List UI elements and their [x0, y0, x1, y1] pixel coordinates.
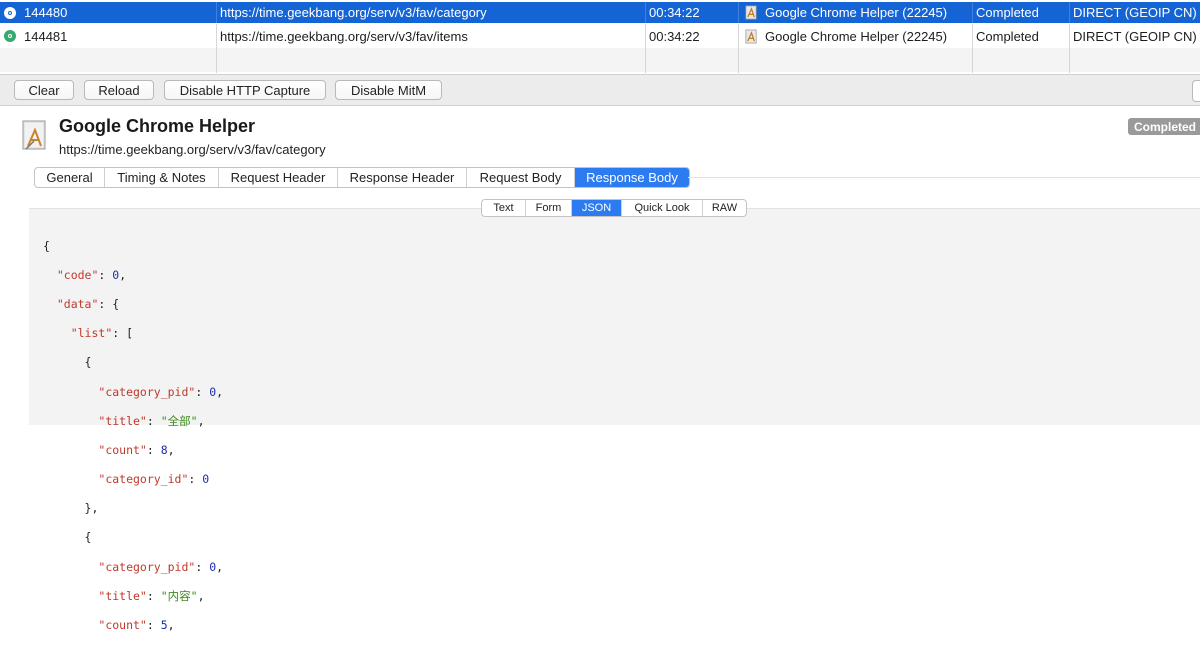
disable-mitm-button[interactable]: Disable MitM — [335, 80, 442, 100]
request-detail-url: https://time.geekbang.org/serv/v3/fav/ca… — [59, 142, 326, 157]
completed-status-icon — [4, 30, 16, 42]
detail-tabs: General Timing & Notes Request Header Re… — [34, 167, 690, 188]
column-divider — [972, 2, 973, 23]
request-client: Google Chrome Helper (22245) — [744, 2, 968, 23]
table-row-selected[interactable]: 144480 https://time.geekbang.org/serv/v3… — [0, 2, 1200, 23]
toolbar: Clear Reload Disable HTTP Capture Disabl… — [0, 74, 1200, 106]
disable-http-capture-button[interactable]: Disable HTTP Capture — [164, 80, 326, 100]
view-mode-raw[interactable]: RAW — [703, 200, 746, 216]
request-client-label: Google Chrome Helper (22245) — [765, 28, 948, 44]
view-mode-tabs: Text Form JSON Quick Look RAW — [481, 199, 747, 217]
json-line: { — [84, 530, 92, 545]
view-mode-text[interactable]: Text — [482, 200, 526, 216]
request-id: 144481 — [24, 28, 68, 44]
request-client-label: Google Chrome Helper (22245) — [765, 5, 948, 20]
tab-request-body[interactable]: Request Body — [467, 168, 575, 187]
divider — [688, 177, 1200, 178]
json-line: "data": { — [56, 296, 120, 311]
app-icon — [745, 29, 757, 43]
tab-response-body[interactable]: Response Body — [575, 168, 689, 187]
column-divider — [738, 2, 739, 23]
completed-status-icon — [4, 6, 16, 19]
tab-timing-notes[interactable]: Timing & Notes — [105, 168, 219, 187]
request-url: https://time.geekbang.org/serv/v3/fav/it… — [220, 28, 468, 44]
json-line: "category_pid": 0, — [98, 559, 224, 574]
json-line: "title": "全部", — [98, 413, 205, 428]
column-divider — [738, 24, 739, 73]
clear-button[interactable]: Clear — [14, 80, 74, 100]
json-line: "category_pid": 0, — [98, 384, 224, 399]
column-divider — [216, 24, 217, 73]
request-id: 144480 — [24, 5, 68, 20]
json-line: "code": 0, — [56, 267, 127, 282]
column-divider — [645, 24, 646, 73]
tab-request-header[interactable]: Request Header — [219, 168, 338, 187]
status-badge: Completed — [1128, 118, 1200, 135]
json-line: { — [43, 238, 50, 253]
json-line: "category_id": 0 — [98, 472, 210, 487]
json-line: "count": 8, — [98, 442, 175, 457]
json-viewer[interactable]: { "code": 0, "data": { "list": [ { "cate… — [43, 224, 223, 647]
json-line: }, — [84, 501, 99, 516]
json-line: "count": 5, — [98, 618, 175, 633]
request-client: Google Chrome Helper (22245) — [744, 25, 968, 47]
view-mode-quick-look[interactable]: Quick Look — [622, 200, 703, 216]
json-line: { — [84, 355, 92, 370]
request-time: 00:34:22 — [649, 28, 700, 44]
reload-button[interactable]: Reload — [84, 80, 154, 100]
json-line: "title": "内容", — [98, 588, 205, 603]
table-row-empty — [0, 48, 1200, 72]
table-row[interactable]: 144481 https://time.geekbang.org/serv/v3… — [0, 25, 1200, 47]
column-divider — [972, 24, 973, 73]
request-status: Completed — [976, 5, 1039, 20]
app-icon — [745, 5, 757, 20]
toolbar-overflow-button[interactable] — [1192, 80, 1200, 102]
request-url: https://time.geekbang.org/serv/v3/fav/ca… — [220, 5, 487, 20]
request-status: Completed — [976, 28, 1039, 44]
view-mode-form[interactable]: Form — [526, 200, 572, 216]
view-mode-json[interactable]: JSON — [572, 200, 622, 216]
request-table: 144480 https://time.geekbang.org/serv/v3… — [0, 0, 1200, 73]
app-title: Google Chrome Helper — [59, 116, 256, 136]
column-divider — [645, 2, 646, 23]
column-divider — [1069, 2, 1070, 23]
request-rule: DIRECT (GEOIP CN) — [1073, 5, 1197, 20]
column-divider — [216, 2, 217, 23]
json-line: "list": [ — [70, 326, 134, 341]
app-icon — [22, 120, 46, 150]
request-time: 00:34:22 — [649, 5, 700, 20]
column-divider — [1069, 24, 1070, 73]
tab-response-header[interactable]: Response Header — [338, 168, 467, 187]
tab-general[interactable]: General — [35, 168, 105, 187]
request-rule: DIRECT (GEOIP CN) — [1073, 28, 1197, 44]
